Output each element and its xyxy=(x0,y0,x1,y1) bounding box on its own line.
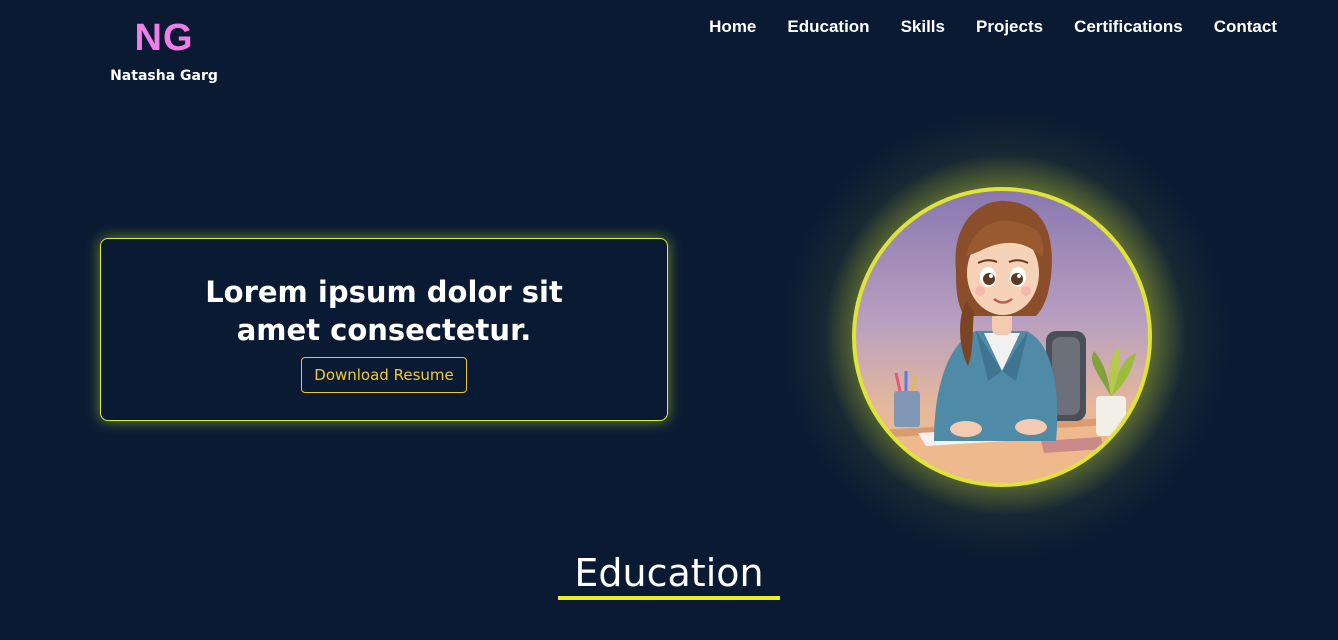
nav-contact[interactable]: Contact xyxy=(1214,15,1277,39)
nav-education[interactable]: Education xyxy=(787,15,869,39)
avatar xyxy=(852,187,1152,487)
logo-initials: NG xyxy=(134,17,194,59)
hero-card: Lorem ipsum dolor sit amet consectetur. … xyxy=(100,238,668,421)
logo-name: Natasha Garg xyxy=(110,68,218,84)
hero-headline: Lorem ipsum dolor sit amet consectetur. xyxy=(205,275,563,347)
avatar-illustration-icon xyxy=(856,200,1148,483)
nav-skills[interactable]: Skills xyxy=(901,15,945,39)
site-logo[interactable]: NG Natasha Garg xyxy=(104,14,224,84)
download-resume-button[interactable]: Download Resume xyxy=(301,357,467,393)
heading-underline xyxy=(558,596,780,600)
education-section-heading: Education xyxy=(558,550,780,600)
education-heading-text: Education xyxy=(574,551,764,595)
nav-certifications[interactable]: Certifications xyxy=(1074,15,1183,39)
nav-home[interactable]: Home xyxy=(709,15,756,39)
